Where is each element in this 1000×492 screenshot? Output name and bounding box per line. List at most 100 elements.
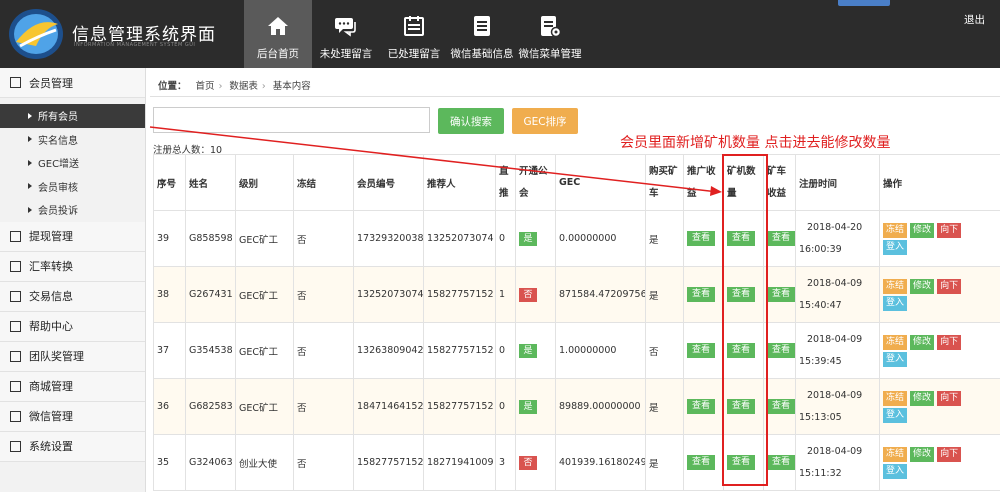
sidebar-group-settings[interactable]: 系统设置 [0, 431, 145, 462]
col-buy-miner: 购买矿车 [645, 154, 684, 211]
cell-miner-income: 查看 [763, 378, 796, 435]
view-promo-button[interactable]: 查看 [687, 455, 715, 470]
comment-icon [10, 230, 21, 242]
sidebar-group-help[interactable]: 帮助中心 [0, 311, 145, 342]
view-miners-button[interactable]: 查看 [727, 399, 755, 414]
cell-name: G858598 [185, 210, 236, 267]
logout-link[interactable]: 退出 [964, 12, 985, 27]
cell-gec: 871584.47209756 [555, 266, 646, 323]
caret-right-icon [28, 112, 32, 119]
edit-button[interactable]: 修改 [910, 278, 935, 294]
caret-right-icon [28, 183, 32, 190]
sidebar-group-withdraw[interactable]: 提现管理 [0, 221, 145, 252]
view-promo-button[interactable]: 查看 [687, 399, 715, 414]
sidebar-item-label: GEC增送 [38, 159, 80, 171]
freeze-button[interactable]: 冻结 [883, 446, 908, 462]
sidebar-group-wechat[interactable]: 微信管理 [0, 401, 145, 432]
breadcrumb-home[interactable]: 首页 [196, 81, 215, 92]
cell-miner-income: 查看 [763, 322, 796, 379]
cell-promo: 查看 [683, 378, 724, 435]
sidebar-group-exchange[interactable]: 汇率转换 [0, 251, 145, 282]
edit-button[interactable]: 修改 [910, 334, 935, 350]
reg-date: 2018-04-09 [807, 277, 863, 289]
view-promo-button[interactable]: 查看 [687, 343, 715, 358]
cell-direct: 1 [495, 266, 516, 323]
login-button[interactable]: 登入 [883, 239, 908, 255]
edit-button[interactable]: 修改 [910, 390, 935, 406]
down-button[interactable]: 向下 [937, 334, 962, 350]
col-direct: 直推 [495, 154, 516, 211]
reg-time: 15:39:45 [799, 355, 842, 367]
edit-button[interactable]: 修改 [910, 446, 935, 462]
freeze-button[interactable]: 冻结 [883, 334, 908, 350]
table-row: 39 G858598 GEC矿工否 17329320038 13252073074 0 是 0… [153, 210, 1000, 267]
cell-buy: 是 [645, 266, 684, 323]
view-promo-button[interactable]: 查看 [687, 231, 715, 246]
breadcrumb-label: 位置： [158, 81, 187, 92]
search-input[interactable] [153, 107, 430, 133]
breadcrumb-sep: › [261, 81, 266, 92]
cell-level: GEC矿工 [235, 322, 294, 379]
edit-button[interactable]: 修改 [910, 222, 935, 238]
sidebar-item-realname[interactable]: 实名信息 [0, 127, 145, 151]
down-button[interactable]: 向下 [937, 278, 962, 294]
gec-sort-button[interactable]: GEC排序 [512, 108, 578, 134]
freeze-button[interactable]: 冻结 [883, 278, 908, 294]
sidebar-group-trade[interactable]: 交易信息 [0, 281, 145, 312]
sidebar-item-member-review[interactable]: 会员审核 [0, 174, 145, 198]
view-miners-button[interactable]: 查看 [727, 231, 755, 246]
sidebar-item-all-members[interactable]: 所有会员 [0, 104, 145, 128]
down-button[interactable]: 向下 [937, 446, 962, 462]
edit-icon [10, 320, 21, 332]
view-miners-button[interactable]: 查看 [727, 455, 755, 470]
divider [150, 96, 1000, 97]
cell-name: G267431 [185, 266, 236, 323]
top-nav: 后台首页 未处理留言 已处理留言 微信基础信息 微信菜单管理 [244, 0, 584, 68]
view-miner-income-button[interactable]: 查看 [767, 343, 795, 358]
col-reg-time: 注册时间 [795, 154, 880, 211]
calendar-icon [404, 16, 424, 36]
sidebar-group-members[interactable]: 会员管理 [0, 68, 145, 98]
confirm-search-button[interactable]: 确认搜索 [438, 108, 504, 134]
freeze-button[interactable]: 冻结 [883, 222, 908, 238]
sidebar-group-label: 汇率转换 [29, 260, 73, 273]
login-button[interactable]: 登入 [883, 295, 908, 311]
view-miner-income-button[interactable]: 查看 [767, 231, 795, 246]
sidebar-group-team-bonus[interactable]: 团队奖管理 [0, 341, 145, 372]
view-miner-income-button[interactable]: 查看 [767, 455, 795, 470]
breadcrumb-datatable[interactable]: 数据表 [229, 81, 258, 92]
cell-member-no: 15827757152 [353, 434, 424, 491]
sidebar-item-complaints[interactable]: 会员投诉 [0, 198, 145, 222]
top-bar: 信息管理系统界面 INFORMATION MANAGEMENT SYSTEM G… [0, 0, 1000, 68]
login-button[interactable]: 登入 [883, 407, 908, 423]
login-button[interactable]: 登入 [883, 351, 908, 367]
app-subtitle: INFORMATION MANAGEMENT SYSTEM GUI [74, 42, 196, 48]
nav-wechat-info[interactable]: 微信基础信息 [448, 0, 516, 68]
login-button[interactable]: 登入 [883, 463, 908, 479]
freeze-button[interactable]: 冻结 [883, 390, 908, 406]
view-promo-button[interactable]: 查看 [687, 287, 715, 302]
view-miners-button[interactable]: 查看 [727, 287, 755, 302]
nav-wechat-menu[interactable]: 微信菜单管理 [516, 0, 584, 68]
down-button[interactable]: 向下 [937, 222, 962, 238]
cell-buy: 是 [645, 434, 684, 491]
nav-unprocessed[interactable]: 未处理留言 [312, 0, 380, 68]
sidebar-group-label: 会员管理 [29, 76, 73, 90]
cell-open: 否 [515, 266, 556, 323]
view-miner-income-button[interactable]: 查看 [767, 287, 795, 302]
col-level: 级别 [235, 154, 294, 211]
nav-home[interactable]: 后台首页 [244, 0, 312, 68]
sidebar-group-mall[interactable]: 商城管理 [0, 371, 145, 402]
list-icon [10, 290, 21, 302]
down-button[interactable]: 向下 [937, 390, 962, 406]
top-badge-button[interactable] [838, 0, 890, 6]
reg-time: 15:40:47 [799, 299, 842, 311]
col-seq: 序号 [153, 154, 186, 211]
col-promo: 推广收益 [683, 154, 724, 211]
nav-processed[interactable]: 已处理留言 [380, 0, 448, 68]
sidebar-item-label: 会员投诉 [38, 206, 78, 218]
view-miners-button[interactable]: 查看 [727, 343, 755, 358]
col-gec: GEC [555, 154, 646, 211]
sidebar-item-gec-gift[interactable]: GEC增送 [0, 151, 145, 175]
view-miner-income-button[interactable]: 查看 [767, 399, 795, 414]
